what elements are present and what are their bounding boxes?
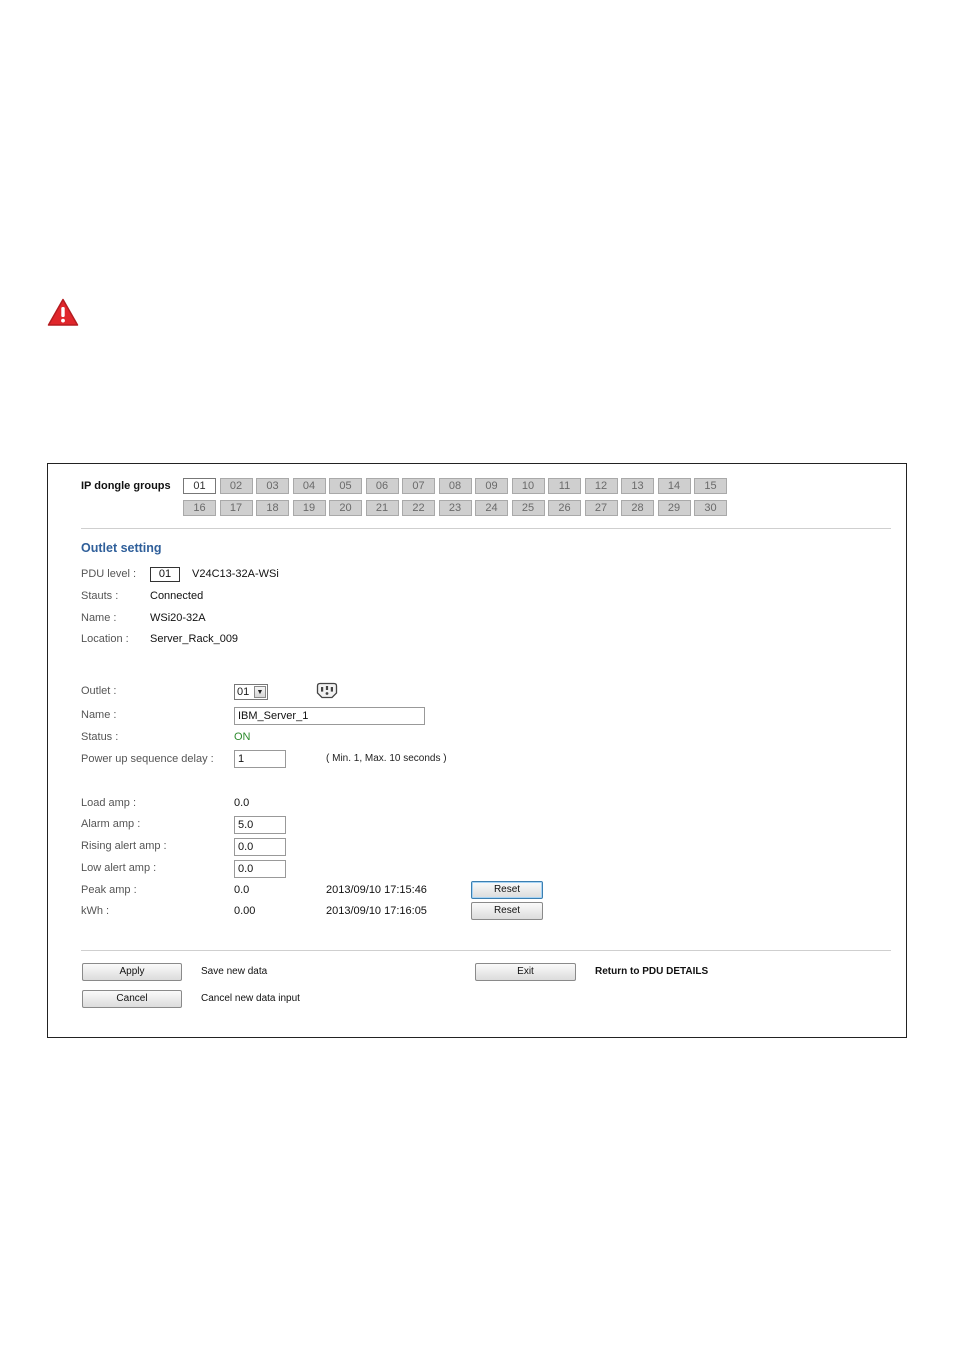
group-button-01[interactable]: 01 (183, 478, 216, 494)
pdu-status-label: Stauts : (81, 590, 119, 602)
group-button-08[interactable]: 08 (438, 478, 472, 494)
group-button-23[interactable]: 23 (438, 500, 472, 516)
kwh-value: 0.00 (234, 905, 256, 917)
pdu-level-value[interactable]: 01 (150, 567, 180, 582)
rising-alert-amp-label: Rising alert amp : (81, 840, 167, 852)
group-button-17[interactable]: 17 (219, 500, 253, 516)
pdu-location-label: Location : (81, 633, 129, 645)
warning-icon (47, 298, 79, 326)
pdu-status-value: Connected (150, 590, 204, 602)
outlet-socket-icon (316, 682, 338, 699)
group-button-20[interactable]: 20 (329, 500, 362, 516)
group-button-12[interactable]: 12 (584, 478, 618, 494)
outlet-name-label: Name : (81, 709, 117, 721)
group-button-15[interactable]: 15 (694, 478, 727, 494)
power-up-delay-input[interactable]: 1 (234, 750, 286, 768)
outlet-setting-panel: IP dongle groups 01 02 03 04 05 06 07 08 09 10 11 1… (47, 463, 907, 1038)
apply-button[interactable]: Apply (82, 963, 182, 981)
group-button-06[interactable]: 06 (365, 478, 399, 494)
peak-amp-timestamp: 2013/09/10 17:15:46 (326, 884, 427, 896)
group-button-28[interactable]: 28 (621, 500, 654, 516)
rising-alert-amp-input[interactable]: 0.0 (234, 838, 286, 856)
group-button-18[interactable]: 18 (256, 500, 289, 516)
group-button-30[interactable]: 30 (694, 500, 727, 516)
group-button-14[interactable]: 14 (657, 478, 691, 494)
cancel-description: Cancel new data input (201, 993, 300, 1004)
load-amp-value: 0.0 (234, 797, 250, 809)
pdu-model: V24C13-32A-WSi (192, 568, 279, 580)
peak-amp-value: 0.0 (234, 884, 250, 896)
power-up-delay-note: ( Min. 1, Max. 10 seconds ) (326, 753, 447, 764)
pdu-location-value: Server_Rack_009 (150, 633, 239, 645)
exit-button[interactable]: Exit (475, 963, 576, 981)
group-button-29[interactable]: 29 (657, 500, 691, 516)
kwh-label: kWh : (81, 905, 110, 917)
pdu-name-label: Name : (81, 612, 117, 624)
group-button-04[interactable]: 04 (292, 478, 326, 494)
group-button-07[interactable]: 07 (402, 478, 435, 494)
pdu-name-value: WSi20-32A (150, 612, 206, 624)
group-button-10[interactable]: 10 (511, 478, 545, 494)
divider (81, 528, 891, 529)
outlet-select-value: 01 (237, 686, 250, 698)
cancel-button[interactable]: Cancel (82, 990, 182, 1008)
pdu-level-label: PDU level : (81, 568, 137, 580)
group-button-26[interactable]: 26 (548, 500, 581, 516)
load-amp-label: Load amp : (81, 797, 137, 809)
low-alert-amp-input[interactable]: 0.0 (234, 860, 286, 878)
outlet-status-value: ON (234, 731, 251, 743)
group-button-22[interactable]: 22 (402, 500, 435, 516)
peak-reset-button[interactable]: Reset (471, 881, 543, 899)
group-button-03[interactable]: 03 (256, 478, 289, 494)
outlet-select[interactable]: 01 ▼ (234, 684, 268, 700)
section-title: Outlet setting (81, 541, 162, 555)
group-button-16[interactable]: 16 (183, 500, 216, 516)
group-button-02[interactable]: 02 (219, 478, 253, 494)
group-button-24[interactable]: 24 (475, 500, 508, 516)
alarm-amp-label: Alarm amp : (81, 818, 141, 830)
power-up-delay-label: Power up sequence delay : (81, 753, 214, 765)
apply-description: Save new data (201, 966, 268, 977)
ip-dongle-groups-label: IP dongle groups (81, 480, 171, 492)
kwh-reset-button[interactable]: Reset (471, 902, 543, 920)
peak-amp-label: Peak amp : (81, 884, 137, 896)
group-button-11[interactable]: 11 (548, 478, 581, 494)
alarm-amp-input[interactable]: 5.0 (234, 816, 286, 834)
group-button-13[interactable]: 13 (621, 478, 654, 494)
group-button-09[interactable]: 09 (475, 478, 508, 494)
chevron-down-icon[interactable]: ▼ (254, 686, 266, 698)
outlet-label: Outlet : (81, 685, 117, 697)
kwh-timestamp: 2013/09/10 17:16:05 (326, 905, 427, 917)
group-button-21[interactable]: 21 (365, 500, 399, 516)
group-button-05[interactable]: 05 (329, 478, 362, 494)
outlet-status-label: Status : (81, 731, 119, 743)
low-alert-amp-label: Low alert amp : (81, 862, 157, 874)
group-button-19[interactable]: 19 (292, 500, 326, 516)
group-button-25[interactable]: 25 (511, 500, 545, 516)
exit-description: Return to PDU DETAILS (595, 966, 709, 977)
group-button-27[interactable]: 27 (584, 500, 618, 516)
outlet-name-input[interactable]: IBM_Server_1 (234, 707, 425, 725)
divider (81, 950, 891, 951)
